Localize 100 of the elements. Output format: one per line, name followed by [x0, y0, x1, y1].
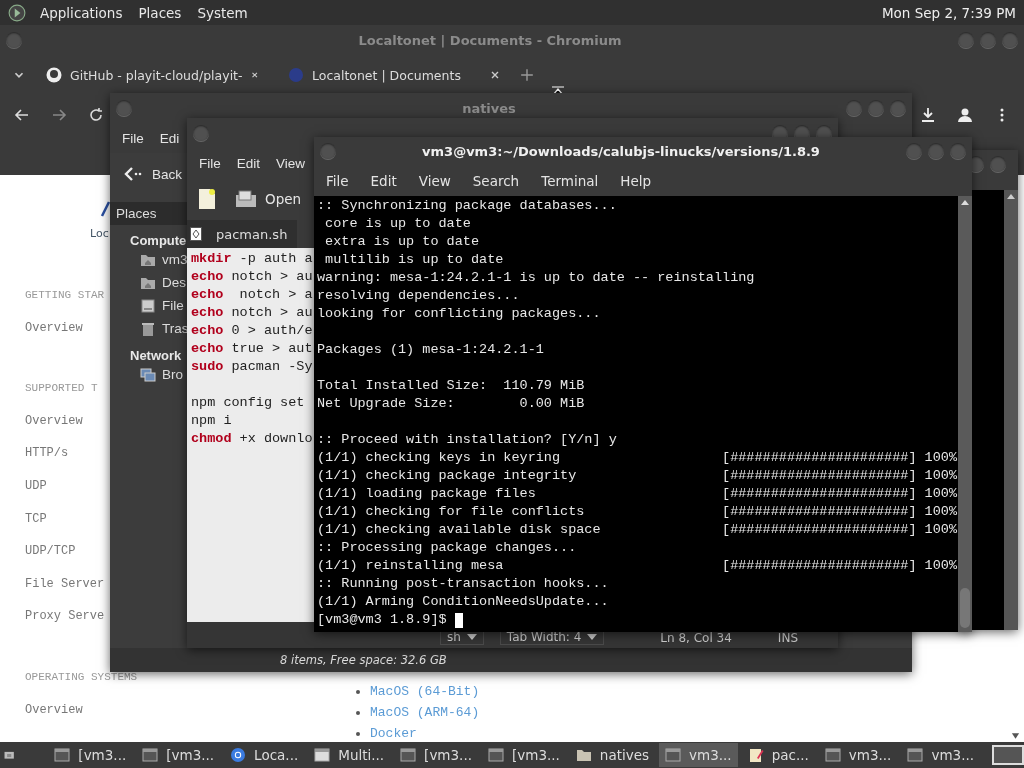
scrollbar[interactable]: [1004, 190, 1018, 630]
menu-item[interactable]: Terminal: [541, 172, 599, 189]
window-control[interactable]: [890, 100, 906, 116]
taskbar-button[interactable]: Loca...: [224, 743, 305, 767]
menu-item[interactable]: View: [276, 155, 306, 171]
scroll-up-icon[interactable]: [1007, 194, 1015, 199]
nav-link[interactable]: UDP: [25, 477, 47, 494]
taskbar-button[interactable]: vm3...: [901, 743, 981, 767]
window-control[interactable]: [906, 143, 922, 159]
places-dropdown[interactable]: Places: [110, 202, 187, 225]
nav-link[interactable]: UDP/TCP: [25, 543, 76, 560]
sidebar-item[interactable]: Bro: [140, 363, 183, 386]
taskbar-button[interactable]: vm3...: [818, 743, 898, 767]
window-control[interactable]: [980, 32, 996, 48]
panel-menu[interactable]: System: [189, 4, 256, 21]
nav-heading: GETTING STAR: [25, 288, 105, 303]
back-arrow-icon[interactable]: [14, 107, 30, 123]
forward-arrow-icon[interactable]: [51, 107, 67, 123]
window-control[interactable]: [868, 100, 884, 116]
panel-menu[interactable]: Applications: [32, 4, 131, 21]
menu-item[interactable]: File: [326, 172, 349, 189]
plus-icon[interactable]: [520, 68, 534, 82]
window-control[interactable]: [928, 143, 944, 159]
new-document-icon[interactable]: [197, 188, 217, 210]
browser-tab[interactable]: GitHub - playit-cloud/playit-: [36, 59, 268, 91]
panel-menu[interactable]: Places: [130, 4, 190, 21]
window-control[interactable]: [846, 100, 862, 116]
section-heading: Network: [130, 348, 182, 363]
taskbar-button[interactable]: [vm3...: [394, 743, 478, 767]
window-control[interactable]: [193, 125, 209, 141]
taskbar-button[interactable]: [vm3...: [48, 743, 133, 767]
terminal-line: (1/1) checking keys in keyring [######################] 100%: [317, 449, 958, 467]
terminal-line: warning: mesa-1:24.2.1-1 is up to date -- reinstalling: [317, 269, 756, 287]
taskbar-button[interactable]: natives: [569, 743, 656, 767]
menu-item[interactable]: Help: [620, 172, 652, 189]
browser-tab[interactable]: Localtonet | Documents: [278, 59, 510, 91]
window-control[interactable]: [990, 156, 1006, 172]
taskbar-button[interactable]: [vm3...: [482, 743, 566, 767]
sidebar-item[interactable]: Tras: [140, 317, 189, 340]
window-control[interactable]: [1002, 32, 1018, 48]
window-control[interactable]: [320, 143, 336, 159]
terminal-line: (1/1) reinstalling mesa [######################] 100%: [317, 557, 958, 575]
menu-item[interactable]: Search: [472, 172, 520, 189]
nav-link[interactable]: Overview: [25, 701, 83, 718]
terminal-line: core is up to date: [324, 215, 472, 233]
menu-item[interactable]: Edit: [236, 155, 261, 171]
close-icon[interactable]: [490, 70, 500, 80]
folder-icon: [575, 747, 592, 763]
taskbar-button[interactable]: Multi...: [308, 743, 391, 767]
menu-item[interactable]: File: [199, 155, 221, 171]
window-title: natives: [461, 100, 517, 116]
nav-link[interactable]: TCP: [25, 510, 47, 527]
scrollbar[interactable]: [958, 196, 972, 632]
menu-item[interactable]: Edit: [370, 172, 397, 189]
taskbar-button[interactable]: vm3...: [659, 743, 738, 767]
scroll-up-icon[interactable]: [961, 200, 969, 205]
terminal-icon: [142, 747, 159, 763]
code-line: echo notch > au: [191, 304, 313, 322]
scroll-down-icon[interactable]: [1011, 733, 1020, 739]
bullet: [356, 689, 360, 694]
terminal-line: extra is up to date: [324, 233, 481, 251]
terminal-line: multilib is up to date: [324, 251, 505, 269]
sidebar-item[interactable]: Des: [140, 271, 186, 294]
clock[interactable]: Mon Sep 2, 7:39 PM: [873, 4, 1024, 21]
menu-item[interactable]: File: [122, 130, 144, 146]
window-control[interactable]: [6, 32, 22, 48]
nav-link[interactable]: Overview: [25, 319, 83, 336]
window-control[interactable]: [950, 143, 966, 159]
menu-logo-icon[interactable]: [8, 3, 26, 22]
terminal-icon: [824, 747, 841, 763]
insert-mode: INS: [777, 631, 798, 645]
text-cursor: [454, 612, 463, 628]
workspace-switcher[interactable]: [992, 745, 1024, 765]
download-icon[interactable]: [920, 107, 936, 123]
taskbar-button[interactable]: pac...: [741, 743, 815, 767]
open-button[interactable]: Open: [235, 190, 302, 208]
close-icon[interactable]: [250, 70, 258, 80]
github-icon: [46, 67, 62, 83]
code-line: npm config set: [191, 394, 305, 412]
nav-link[interactable]: File Server: [25, 575, 105, 592]
terminal-line: (1/1) Arming ConditionNeedsUpdate...: [317, 593, 610, 611]
nav-link[interactable]: Overview: [25, 412, 83, 429]
back-arrow-icon: [122, 166, 144, 182]
taskbar-button[interactable]: [vm3...: [136, 743, 221, 767]
scroll-thumb[interactable]: [960, 588, 970, 628]
window-control[interactable]: [958, 32, 974, 48]
document-tab[interactable]: pacman.sh: [187, 220, 298, 248]
nav-link[interactable]: Proxy Serve: [25, 608, 105, 625]
window-control[interactable]: [116, 100, 132, 116]
reload-icon[interactable]: [88, 107, 104, 123]
terminal-line: (1/1) checking package integrity [######################] 100%: [317, 467, 958, 485]
menu-item[interactable]: View: [418, 172, 451, 189]
menu-item[interactable]: Edi: [159, 130, 180, 146]
sidebar-item[interactable]: vm3: [140, 248, 188, 271]
nav-link[interactable]: HTTP/s: [25, 445, 69, 462]
terminal-icon: [907, 747, 924, 763]
profile-icon[interactable]: [957, 107, 973, 123]
cursor-position: Ln 8, Col 34: [660, 631, 732, 645]
sidebar-item[interactable]: File: [140, 294, 184, 317]
bullet: [356, 710, 360, 715]
